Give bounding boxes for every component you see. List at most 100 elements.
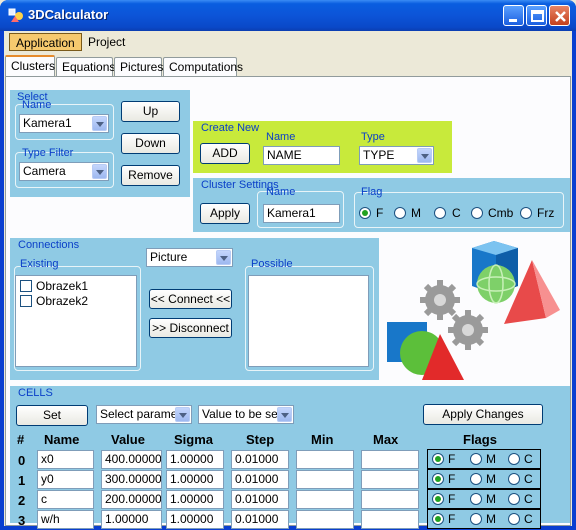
- cell-value[interactable]: 300.00000: [101, 470, 162, 489]
- cell-step[interactable]: 0.01000: [231, 510, 289, 529]
- connect-button[interactable]: << Connect <<: [149, 289, 232, 309]
- cell-name[interactable]: y0: [37, 470, 94, 489]
- header-min: Min: [311, 432, 334, 447]
- maximize-icon: [531, 10, 544, 22]
- row-flag-m-label: M: [486, 472, 496, 486]
- cell-min[interactable]: [296, 490, 354, 509]
- tab-computations[interactable]: Computations: [163, 57, 243, 76]
- create-type-select[interactable]: TYPE: [359, 146, 434, 165]
- possible-label: Possible: [251, 258, 293, 270]
- down-button[interactable]: Down: [121, 133, 180, 154]
- connection-type-value: Picture: [150, 250, 188, 264]
- existing-item-checkbox[interactable]: [20, 295, 32, 307]
- tab-clusters[interactable]: Clusters: [5, 55, 55, 77]
- cluster-name-select[interactable]: Kamera1: [19, 114, 109, 133]
- cell-sigma[interactable]: 1.00000: [166, 490, 224, 509]
- header-num: #: [17, 432, 25, 447]
- cell-sigma[interactable]: 1.00000: [166, 470, 224, 489]
- settings-name-label: Name: [266, 186, 296, 198]
- type-filter-value: Camera: [23, 164, 66, 178]
- row-flag-f-label: F: [448, 472, 456, 486]
- cell-step[interactable]: 0.01000: [231, 450, 289, 469]
- cell-min[interactable]: [296, 470, 354, 489]
- row-flag-c-radio[interactable]: [508, 473, 520, 485]
- flag-m-radio[interactable]: [394, 207, 406, 219]
- flag-cmb-radio[interactable]: [471, 207, 483, 219]
- header-value: Value: [111, 432, 145, 447]
- flag-f-radio[interactable]: [359, 207, 371, 219]
- row-flag-c-radio[interactable]: [508, 493, 520, 505]
- header-max: Max: [373, 432, 399, 447]
- cell-sigma[interactable]: 1.00000: [166, 510, 224, 529]
- flag-c-radio[interactable]: [434, 207, 446, 219]
- row-flag-f-radio[interactable]: [432, 493, 444, 505]
- tab-equations[interactable]: Equations: [56, 57, 115, 76]
- flag-cmb-label: Cmb: [488, 206, 514, 220]
- cell-step[interactable]: 0.01000: [231, 470, 289, 489]
- cluster-name-value: Kamera1: [23, 116, 72, 130]
- create-name-input[interactable]: NAME: [263, 146, 340, 165]
- cell-name[interactable]: w/h: [37, 510, 94, 529]
- cell-step[interactable]: 0.01000: [231, 490, 289, 509]
- apply-changes-button[interactable]: Apply Changes: [423, 404, 543, 425]
- row-flag-m-radio[interactable]: [470, 473, 482, 485]
- minimize-button[interactable]: [503, 5, 524, 26]
- flag-frz-label: Frz: [537, 206, 555, 220]
- remove-button[interactable]: Remove: [121, 165, 180, 186]
- title-bar[interactable]: 3DCalculator: [0, 0, 576, 31]
- cell-value[interactable]: 200.00000: [101, 490, 162, 509]
- menu-project[interactable]: Project: [82, 33, 131, 51]
- row-flag-c-radio[interactable]: [508, 513, 520, 525]
- connection-type-select[interactable]: Picture: [146, 248, 233, 267]
- shapes-illustration: [382, 238, 569, 380]
- cell-max[interactable]: [361, 450, 419, 469]
- row-flag-f-radio[interactable]: [432, 453, 444, 465]
- select-panel: Select Name Kamera1 Type Filter Camera U…: [10, 90, 190, 197]
- cell-max[interactable]: [361, 490, 419, 509]
- cell-max[interactable]: [361, 470, 419, 489]
- cells-title: CELLS: [18, 387, 53, 399]
- flag-c-label: C: [452, 206, 461, 220]
- flag-frz-radio[interactable]: [520, 207, 532, 219]
- cell-name[interactable]: c: [37, 490, 94, 509]
- row-flag-c-radio[interactable]: [508, 453, 520, 465]
- dropdown-arrow-icon: [175, 407, 190, 422]
- possible-list[interactable]: [248, 275, 369, 367]
- value-select[interactable]: Value to be set: [198, 405, 294, 424]
- row-flag-f-radio[interactable]: [432, 513, 444, 525]
- row-flags: F M C: [427, 509, 541, 529]
- row-flags: F M C: [427, 449, 541, 469]
- dropdown-arrow-icon: [417, 148, 432, 163]
- menu-application[interactable]: Application: [9, 33, 82, 51]
- cell-sigma[interactable]: 1.00000: [166, 450, 224, 469]
- create-new-title: Create New: [201, 122, 260, 134]
- cell-min[interactable]: [296, 510, 354, 529]
- row-flag-m-radio[interactable]: [470, 513, 482, 525]
- disconnect-button[interactable]: >> Disconnect: [149, 318, 232, 338]
- row-flag-m-radio[interactable]: [470, 493, 482, 505]
- row-flag-f-radio[interactable]: [432, 473, 444, 485]
- add-button[interactable]: ADD: [200, 143, 250, 164]
- up-button[interactable]: Up: [121, 101, 180, 122]
- set-button[interactable]: Set: [16, 405, 88, 426]
- row-flag-f-label: F: [448, 492, 456, 506]
- close-button[interactable]: [549, 5, 570, 26]
- tab-pictures[interactable]: Pictures: [114, 57, 163, 76]
- existing-item-checkbox[interactable]: [20, 280, 32, 292]
- existing-list[interactable]: Obrazek1 Obrazek2: [15, 275, 137, 367]
- parameter-select[interactable]: Select paramete: [96, 405, 192, 424]
- apply-button[interactable]: Apply: [200, 203, 250, 224]
- maximize-button[interactable]: [526, 5, 547, 26]
- cell-value[interactable]: 400.00000: [101, 450, 162, 469]
- row-flag-m-radio[interactable]: [470, 453, 482, 465]
- row-flag-m-label: M: [486, 512, 496, 526]
- cell-value[interactable]: 1.00000: [101, 510, 162, 529]
- cell-min[interactable]: [296, 450, 354, 469]
- app-icon: [8, 8, 23, 22]
- row-number: 3: [18, 513, 26, 528]
- cell-max[interactable]: [361, 510, 419, 529]
- type-filter-select[interactable]: Camera: [19, 162, 109, 181]
- settings-name-input[interactable]: Kamera1: [263, 204, 340, 223]
- row-flag-f-label: F: [448, 452, 456, 466]
- cell-name[interactable]: x0: [37, 450, 94, 469]
